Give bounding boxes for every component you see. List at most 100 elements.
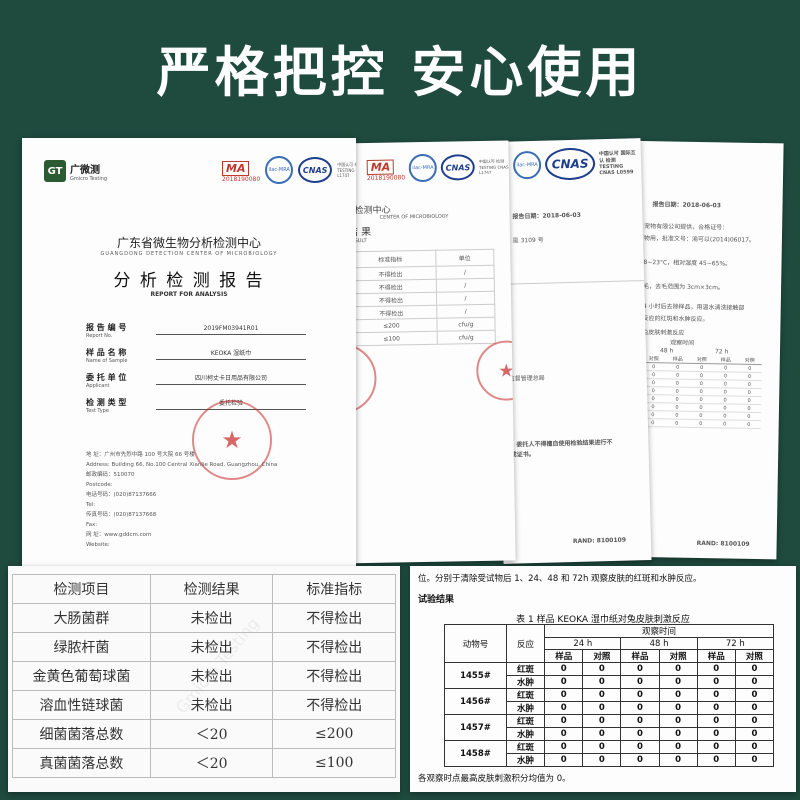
animal-id: 1455#	[444, 662, 507, 689]
report-page-1: GT 广微测 Gmicro Testing MA 2018190080 ilac-…	[22, 138, 356, 566]
score-cell: 0	[696, 753, 736, 767]
score-cell: 0	[544, 740, 584, 754]
cnas-side-text: 中国认可 检测 TESTING CNAS L1747	[478, 158, 509, 176]
column-header: 检测项目	[12, 574, 151, 604]
table-cell: 真菌菌落总数	[12, 748, 151, 778]
address-line: Website:	[86, 542, 110, 548]
table-cell: ≤200	[272, 719, 396, 749]
score-cell: 0	[734, 675, 775, 689]
field-label: 委 托 单 位 Applicant	[86, 372, 146, 389]
address-line: Address: Building 66, No.100 Central Xia…	[86, 462, 278, 468]
ilac-mra-logo: ilac-MRA	[408, 153, 438, 183]
reaction-type: 水肿	[505, 675, 546, 689]
address-line: 传真号码：(020)87137668	[86, 512, 157, 518]
animal-id: 1457#	[444, 714, 507, 741]
score-cell: 0	[582, 714, 622, 728]
report4-line5: 4 小时后去除样品，用温水清洗接触部	[642, 302, 745, 312]
sub-header: 对照	[582, 649, 622, 663]
report4-line6: 反应的红斑和水肿反应。	[642, 314, 709, 324]
score-cell: 0	[696, 701, 736, 715]
col-reaction: 反应	[505, 624, 546, 663]
table-cell: 不得检出	[272, 661, 396, 691]
field-label-zh: 样 品 名 称	[86, 348, 127, 357]
table-cell: ≤100	[272, 748, 396, 778]
reaction-type: 红斑	[505, 662, 546, 676]
address-line: Postcode:	[86, 482, 113, 488]
cnas-logo: CNAS	[544, 147, 596, 181]
address-line: Fax:	[86, 522, 98, 528]
report-title-en: REPORT FOR ANALYSIS	[150, 291, 228, 298]
table-cell: ≤100	[346, 331, 438, 346]
score-cell: 0	[658, 662, 698, 676]
field-value: KEOKA 湿纸巾	[156, 347, 306, 360]
ilac-mra-logo: ilac-MRA	[512, 150, 542, 180]
table-cell: cfu/g	[436, 330, 496, 345]
column-header: 标准指标	[272, 574, 396, 604]
report-page-2: MA 2018190080 ilac-MRA CNAS 中国认可 检测 TESTI…	[332, 140, 516, 564]
irritation-table: 动物号 反应 观察时间 24 h 48 h 72 h 样品 对照 样品 对照 样品 对照 14…	[444, 624, 775, 767]
table-row: 溶血性链球菌 未检出 不得检出	[12, 690, 396, 720]
sub-header: 样品	[696, 649, 736, 663]
animal-id: 1456#	[444, 688, 507, 715]
test-results-panel: Gmicro Testing 检测项目 检测结果 标准指标 大肠菌群 未检出 不得检出绿…	[8, 566, 400, 792]
score-cell: 0	[544, 688, 584, 702]
table-cell: /	[436, 304, 495, 319]
table-row: 1455# 红斑 0 0 0 0 0 0	[444, 662, 775, 689]
score-cell: 0	[620, 753, 660, 767]
reaction-type: 水肿	[505, 701, 546, 715]
reaction-type: 水肿	[505, 727, 546, 741]
field-label-en: Applicant	[86, 383, 110, 389]
report2-col1: 标准指标	[344, 250, 436, 268]
cnas-logo: CNAS	[298, 157, 333, 183]
table-cell: 不得检出	[272, 632, 396, 662]
score-cell: 0	[734, 714, 775, 728]
score-cell: 0	[620, 714, 660, 728]
table-cell: 大肠菌群	[12, 603, 151, 633]
report-page-3: ilac-MRA CNAS 中国认可 国际互认 检测 TESTING CNAS …	[492, 138, 652, 564]
score-cell: 0	[582, 701, 622, 715]
grid-cell: 0	[664, 418, 689, 428]
table-cell: 不得检出	[272, 603, 396, 633]
sub-header: 样品	[544, 649, 584, 663]
score-cell: 0	[544, 701, 584, 715]
score-cell: 0	[734, 688, 775, 702]
report4-line2: 物用，批准文号：渝可以(2014)06017。	[643, 235, 756, 244]
field-label-zh: 委 托 单 位	[86, 373, 127, 382]
table-cell: 细菌菌落总数	[12, 719, 151, 749]
ilac-mra-logo: ilac-MRA	[265, 156, 294, 184]
score-cell: 0	[696, 727, 736, 741]
cma-logo: MA	[366, 159, 395, 175]
field-label-zh: 报 告 编 号	[86, 323, 127, 332]
sub-header: 对照	[734, 649, 775, 663]
report4-date: 报告日期：2018-06-03	[652, 201, 721, 210]
grid-cell: 0	[736, 420, 761, 429]
col-time: 观察时间	[544, 624, 774, 638]
report2-org-en: CENTER OF MICROBIOLOGY	[379, 213, 449, 221]
table-cell: /	[435, 278, 495, 293]
score-cell: 0	[658, 753, 698, 767]
address-line: 地 址：广州市先烈中路 100 号大院 66 号楼	[86, 452, 195, 458]
table-cell: ＜20	[149, 719, 274, 749]
score-cell: 0	[620, 688, 660, 702]
report-field: 检 测 类 型 Test Type 委托检验	[86, 397, 306, 414]
reaction-type: 水肿	[505, 753, 546, 767]
field-value: 2019FM03941R01	[156, 322, 306, 335]
score-cell: 0	[620, 662, 660, 676]
reaction-type: 红斑	[505, 688, 546, 702]
column-header: 检测结果	[149, 574, 274, 604]
address-line: 网 址：www.gddcm.com	[86, 532, 152, 538]
table-row: 1458# 红斑 0 0 0 0 0 0	[444, 740, 775, 767]
report-field: 样 品 名 称 Name of Sample KEOKA 湿纸巾	[86, 347, 306, 364]
report4-rand: RAND: 8100109	[696, 539, 750, 548]
test-results-table: 检测项目 检测结果 标准指标 大肠菌群 未检出 不得检出 绿脓杆菌 未检出 不得检出 金黄色葡萄…	[12, 574, 396, 778]
cma-number: 2018190080	[222, 176, 261, 183]
score-cell: 0	[734, 740, 775, 754]
address-line: 邮政编码：510070	[86, 472, 135, 478]
score-cell: 0	[544, 675, 584, 689]
section-title: 试验结果	[418, 595, 455, 605]
score-cell: 0	[544, 662, 584, 676]
score-cell: 0	[658, 701, 698, 715]
field-label: 样 品 名 称 Name of Sample	[86, 347, 146, 364]
table-cell: 未检出	[149, 632, 274, 662]
score-cell: 0	[582, 675, 622, 689]
